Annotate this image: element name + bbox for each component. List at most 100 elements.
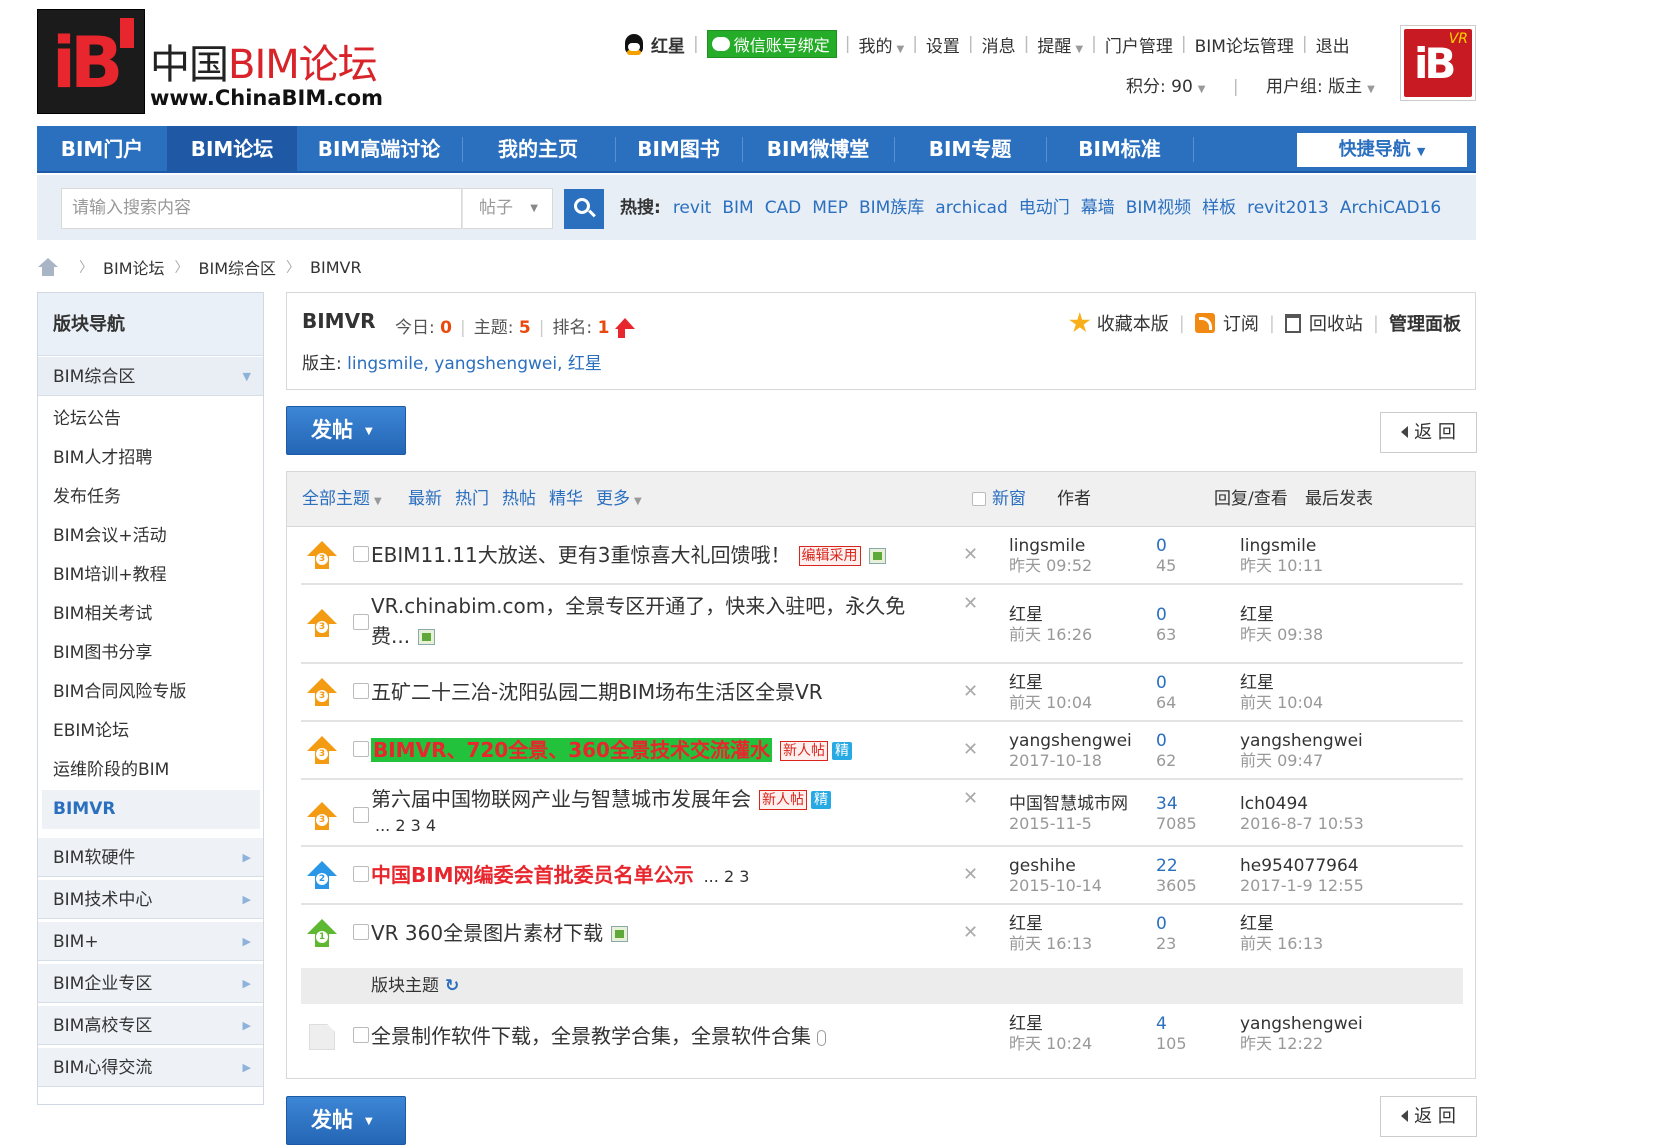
author-name[interactable]: 红星: [1009, 605, 1092, 625]
thread-checkbox[interactable]: [353, 614, 369, 630]
reply-count[interactable]: 4: [1156, 1014, 1187, 1034]
thread-checkbox[interactable]: [353, 1027, 369, 1043]
last-user[interactable]: yangshengwei: [1240, 1014, 1363, 1034]
hot-keyword[interactable]: revit2013: [1247, 198, 1329, 218]
sidebar-item[interactable]: 运维阶段的BIM: [53, 755, 169, 785]
sidebar-item[interactable]: BIM培训+教程: [53, 560, 167, 590]
reply-count[interactable]: 0: [1156, 673, 1176, 693]
filter-hot[interactable]: 热门: [455, 472, 489, 527]
sidebar-group-open[interactable]: BIM综合区 ▼: [38, 356, 263, 396]
sidebar-item[interactable]: BIM相关考试: [53, 599, 152, 629]
username-link[interactable]: 红星: [651, 32, 685, 57]
breadcrumb-item[interactable]: BIM综合区: [199, 255, 277, 279]
hot-keyword[interactable]: 样板: [1202, 198, 1236, 218]
last-time[interactable]: 前天 10:04: [1240, 693, 1323, 713]
nav-item-advanced[interactable]: BIM高端讨论: [299, 126, 459, 173]
nav-item-books[interactable]: BIM图书: [616, 126, 741, 173]
hot-keyword[interactable]: MEP: [812, 198, 848, 218]
sidebar-group[interactable]: BIM技术中心 ▶: [38, 879, 263, 919]
new-post-button[interactable]: 发帖 ▼: [286, 406, 406, 455]
thread-checkbox[interactable]: [353, 546, 369, 562]
filter-all[interactable]: 全部主题 ▼: [302, 472, 382, 529]
author-name[interactable]: lingsmile: [1009, 536, 1092, 556]
thread-title[interactable]: VR 360全景图片素材下载: [371, 918, 629, 948]
thread-checkbox[interactable]: [353, 866, 369, 882]
hot-keyword[interactable]: 电动门: [1019, 198, 1070, 218]
sidebar-group[interactable]: BIM高校专区 ▶: [38, 1005, 263, 1045]
thread-title[interactable]: 全景制作软件下载，全景教学合集，全景软件合集: [371, 1021, 826, 1051]
sidebar-item-active[interactable]: BIMVR: [42, 790, 260, 829]
back-button[interactable]: 返 回: [1380, 412, 1477, 453]
last-time[interactable]: 昨天 12:22: [1240, 1034, 1363, 1054]
new-post-button-bottom[interactable]: 发帖 ▼: [286, 1096, 406, 1145]
last-time[interactable]: 2017-1-9 12:55: [1240, 876, 1364, 896]
recycle-bin-link[interactable]: 回收站: [1309, 310, 1363, 336]
thread-title[interactable]: BIMVR、720全景、360全景技术交流灌水 新人帖精: [371, 735, 852, 765]
hot-keyword[interactable]: 幕墙: [1081, 198, 1115, 218]
portal-admin-link[interactable]: 门户管理: [1105, 32, 1173, 57]
reply-count[interactable]: 0: [1156, 536, 1176, 556]
thread-title[interactable]: VR.chinabim.com，全景专区开通了，快来入驻吧，永久免 费...: [371, 591, 905, 651]
thread-author[interactable]: 中国智慧城市网 2015-11-5: [1009, 794, 1128, 834]
breadcrumb-item[interactable]: BIM论坛: [103, 255, 165, 279]
thread-checkbox[interactable]: [353, 807, 369, 823]
messages-link[interactable]: 消息: [982, 32, 1016, 57]
site-url[interactable]: www.ChinaBIM.com: [150, 86, 383, 110]
author-name[interactable]: 红星: [1009, 914, 1092, 934]
nav-item-weibo[interactable]: BIM微博堂: [743, 126, 893, 173]
points-menu[interactable]: 积分: 90 ▼: [1126, 77, 1205, 97]
last-user[interactable]: 红星: [1240, 914, 1323, 934]
thread-author[interactable]: lingsmile 昨天 09:52: [1009, 536, 1092, 576]
reply-count[interactable]: 22: [1156, 856, 1197, 876]
reply-count[interactable]: 0: [1156, 605, 1176, 625]
filter-digest[interactable]: 精华: [549, 472, 583, 527]
author-name[interactable]: 红星: [1009, 1014, 1092, 1034]
site-logo[interactable]: iB: [37, 9, 145, 114]
last-user[interactable]: lingsmile: [1240, 536, 1323, 556]
thread-author[interactable]: 红星 前天 16:26: [1009, 605, 1092, 645]
home-icon[interactable]: [37, 258, 59, 276]
sidebar-item[interactable]: BIM会议+活动: [53, 521, 167, 551]
new-window-toggle[interactable]: 新窗: [972, 472, 1026, 527]
author-name[interactable]: 红星: [1009, 673, 1092, 693]
subscribe-link[interactable]: 订阅: [1223, 310, 1259, 336]
hot-keyword[interactable]: BIM: [722, 198, 753, 218]
last-user[interactable]: lch0494: [1240, 794, 1364, 814]
close-icon[interactable]: ✕: [963, 544, 978, 565]
nav-item-standards[interactable]: BIM标准: [1047, 126, 1192, 173]
close-icon[interactable]: ✕: [963, 864, 978, 885]
author-name[interactable]: 中国智慧城市网: [1009, 794, 1128, 814]
admin-panel-link[interactable]: 管理面板: [1389, 310, 1461, 336]
sidebar-group[interactable]: BIM企业专区 ▶: [38, 963, 263, 1003]
sidebar-item[interactable]: 论坛公告: [53, 404, 121, 434]
last-user[interactable]: he954077964: [1240, 856, 1364, 876]
thread-author[interactable]: yangshengwei 2017-10-18: [1009, 731, 1132, 771]
last-time[interactable]: 前天 16:13: [1240, 934, 1323, 954]
refresh-icon[interactable]: ↻: [445, 976, 459, 996]
last-time[interactable]: 昨天 10:11: [1240, 556, 1323, 576]
nav-item-homepage[interactable]: 我的主页: [463, 126, 613, 173]
search-button[interactable]: [564, 189, 604, 229]
my-menu[interactable]: 我的 ▼: [858, 32, 904, 57]
site-name[interactable]: 中国BIM论坛: [150, 32, 378, 90]
forum-admin-link[interactable]: BIM论坛管理: [1195, 32, 1294, 57]
last-time[interactable]: 前天 09:47: [1240, 751, 1363, 771]
thread-author[interactable]: 红星 昨天 10:24: [1009, 1014, 1092, 1054]
close-icon[interactable]: ✕: [963, 922, 978, 943]
last-time[interactable]: 昨天 09:38: [1240, 625, 1323, 645]
close-icon[interactable]: ✕: [963, 788, 978, 809]
quick-nav-button[interactable]: 快捷导航 ▼: [1297, 133, 1467, 167]
sidebar-group[interactable]: BIM+ ▶: [38, 921, 263, 961]
nav-item-forum[interactable]: BIM论坛: [167, 126, 297, 173]
hot-keyword[interactable]: CAD: [765, 198, 802, 218]
search-input[interactable]: 请输入搜索内容: [61, 188, 462, 229]
hot-keyword[interactable]: BIM族库: [859, 198, 924, 218]
search-type-select[interactable]: 帖子 ▼: [462, 188, 553, 229]
thread-pages[interactable]: ... 2 3: [704, 867, 750, 886]
reply-count[interactable]: 0: [1156, 731, 1176, 751]
sidebar-group[interactable]: BIM心得交流 ▶: [38, 1047, 263, 1087]
thread-author[interactable]: 红星 前天 10:04: [1009, 673, 1092, 713]
mods-list[interactable]: lingsmile, yangshengwei, 红星: [347, 354, 602, 374]
thread-pages[interactable]: ... 2 3 4: [375, 814, 831, 838]
hot-keyword[interactable]: BIM视频: [1126, 198, 1191, 218]
